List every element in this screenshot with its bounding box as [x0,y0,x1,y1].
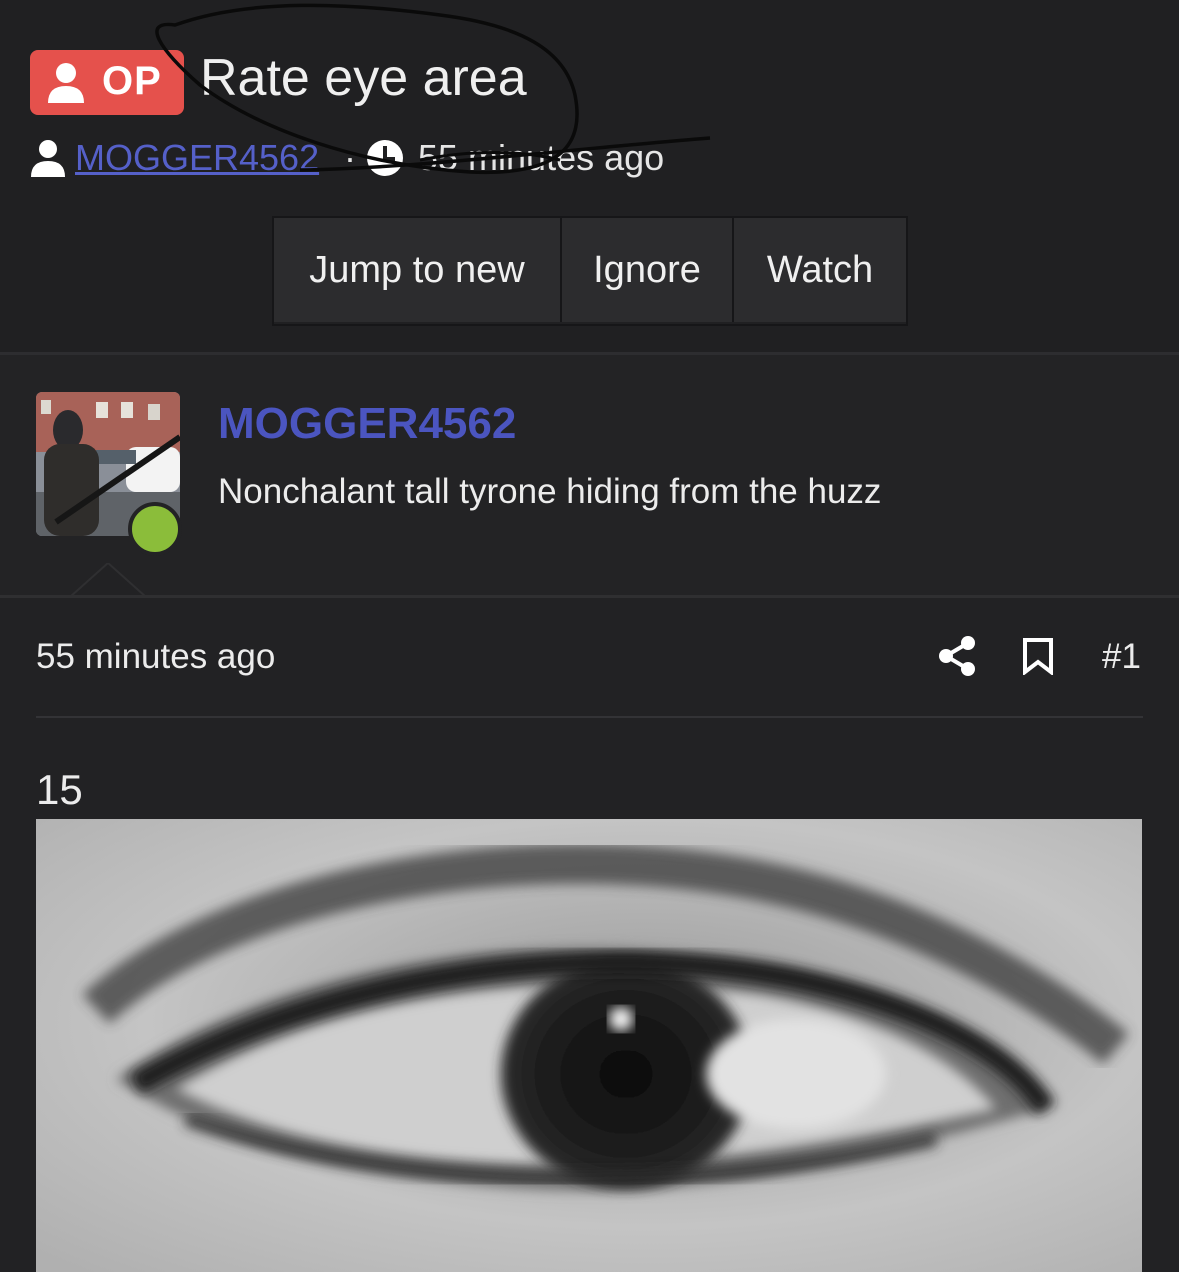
op-badge: OP [30,50,184,115]
online-indicator [128,502,182,556]
share-icon[interactable] [937,635,977,677]
thread-header: OP Rate eye area MOGGER4562 · 55 minutes… [0,0,1179,352]
user-icon [31,140,65,177]
post-username[interactable]: MOGGER4562 [218,399,516,449]
speech-caret [70,563,146,597]
jump-to-new-button[interactable]: Jump to new [274,218,562,322]
thread-actions: Jump to new Ignore Watch [272,216,908,326]
meta-separator: · [344,137,356,178]
user-icon [48,63,84,103]
thread-author-link[interactable]: MOGGER4562 [75,137,319,179]
op-badge-label: OP [102,59,162,103]
divider [36,716,1143,718]
post-time[interactable]: 55 minutes ago [36,637,275,677]
watch-button[interactable]: Watch [734,218,906,322]
thread-title: Rate eye area [200,49,527,107]
clock-icon [367,140,403,176]
user-title: Nonchalant tall tyrone hiding from the h… [218,472,882,511]
ignore-button[interactable]: Ignore [562,218,734,322]
bookmark-icon[interactable] [1022,637,1054,675]
post-number[interactable]: #1 [1102,637,1141,677]
post-body-text: 15 [36,766,83,813]
thread-time: 55 minutes ago [418,137,665,178]
post-user-block: MOGGER4562 Nonchalant tall tyrone hiding… [0,355,1179,595]
post-image-eye[interactable] [36,819,1142,1272]
divider [0,595,1179,598]
